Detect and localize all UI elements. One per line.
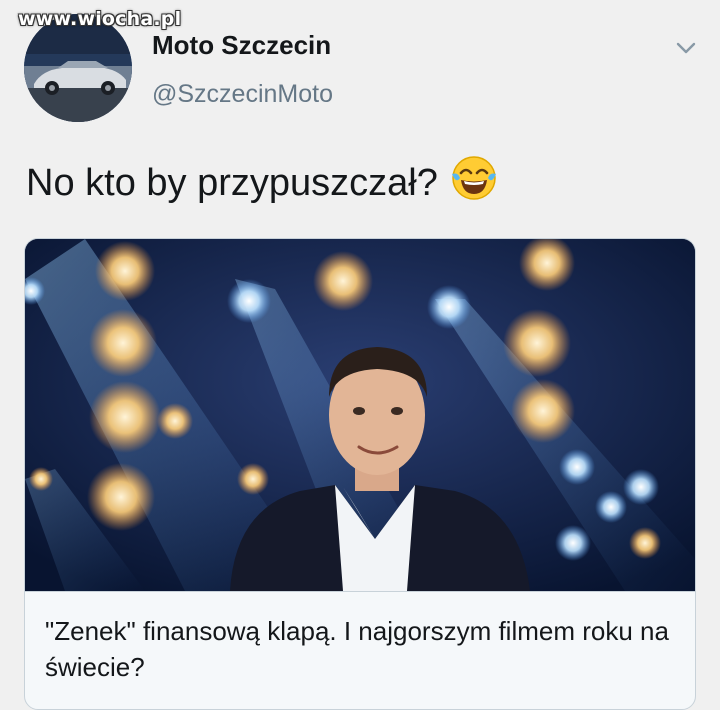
card-divider	[25, 591, 695, 592]
avatar[interactable]	[24, 14, 132, 122]
card-image[interactable]	[25, 239, 695, 591]
site-watermark: www.wiocha.pl	[18, 8, 182, 30]
tweet-text-content: No kto by przypuszczał?	[26, 161, 438, 204]
chevron-down-icon[interactable]	[674, 36, 698, 60]
author-handle[interactable]: @SzczecinMoto	[152, 80, 333, 109]
link-card[interactable]: "Zenek" finansową klapą. I najgorszym fi…	[24, 238, 696, 710]
tweet-text: No kto by przypuszczał?	[26, 154, 498, 212]
face-with-tears-of-joy-icon	[450, 154, 498, 212]
card-title[interactable]: "Zenek" finansową klapą. I najgorszym fi…	[45, 613, 675, 685]
author-name[interactable]: Moto Szczecin	[152, 30, 331, 61]
